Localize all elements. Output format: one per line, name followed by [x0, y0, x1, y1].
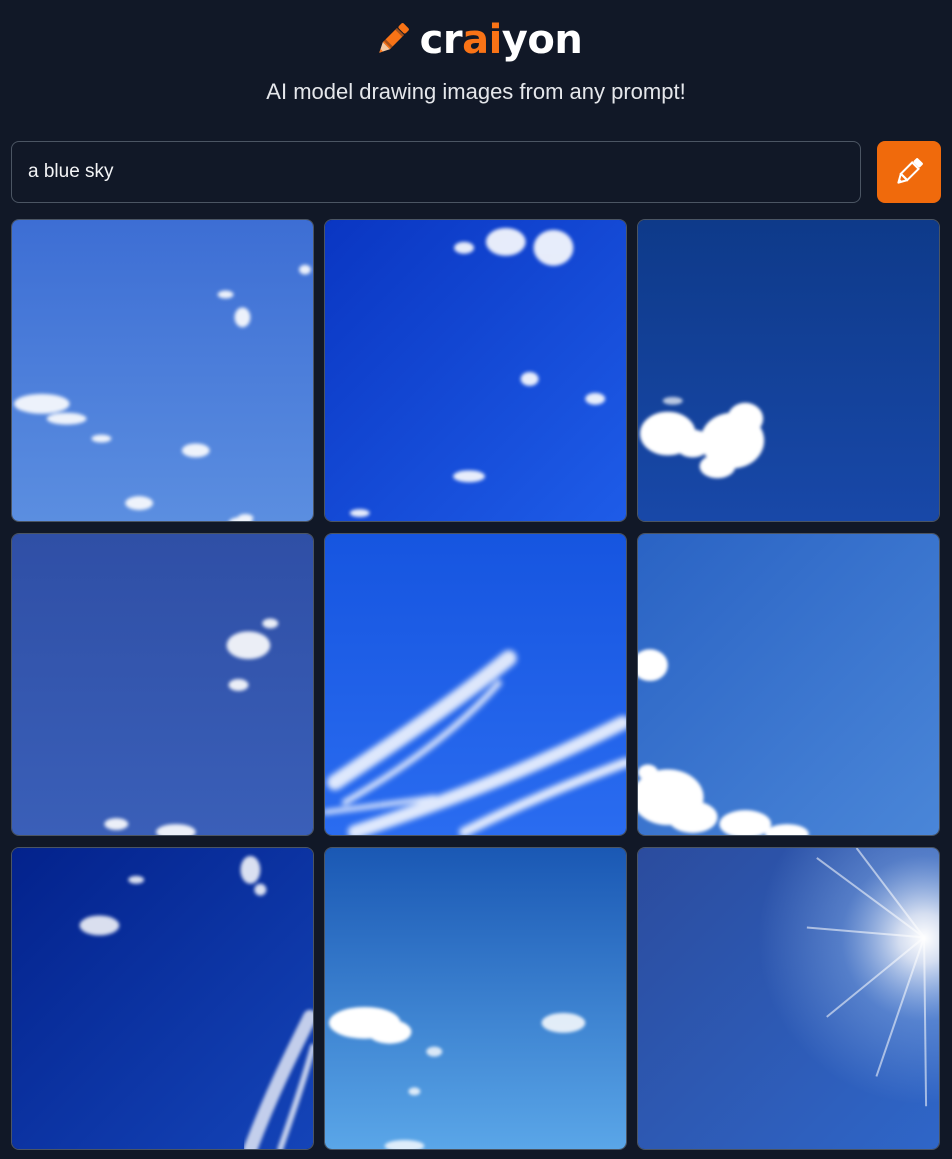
sky-image-4[interactable]: [11, 533, 314, 836]
sky-image-2[interactable]: [324, 219, 627, 522]
crayon-icon: [378, 23, 409, 53]
sky-image-6[interactable]: [637, 533, 940, 836]
prompt-input[interactable]: [11, 141, 861, 203]
sky-image-1[interactable]: [11, 219, 314, 522]
search-row: [11, 141, 941, 203]
sky-image-8[interactable]: [324, 847, 627, 1150]
sky-image-7[interactable]: [11, 847, 314, 1150]
sky-image-3[interactable]: [637, 219, 940, 522]
sky-image-9[interactable]: [637, 847, 940, 1150]
logo[interactable]: craiyon: [0, 12, 952, 68]
brand-name: craiyon: [419, 17, 583, 63]
header: craiyon AI model drawing images from any…: [0, 0, 952, 130]
results-grid: [11, 219, 941, 1150]
subtitle: AI model drawing images from any prompt!: [266, 79, 686, 104]
sky-image-5[interactable]: [324, 533, 627, 836]
pencil-icon: [897, 158, 923, 184]
draw-button[interactable]: [877, 141, 941, 203]
